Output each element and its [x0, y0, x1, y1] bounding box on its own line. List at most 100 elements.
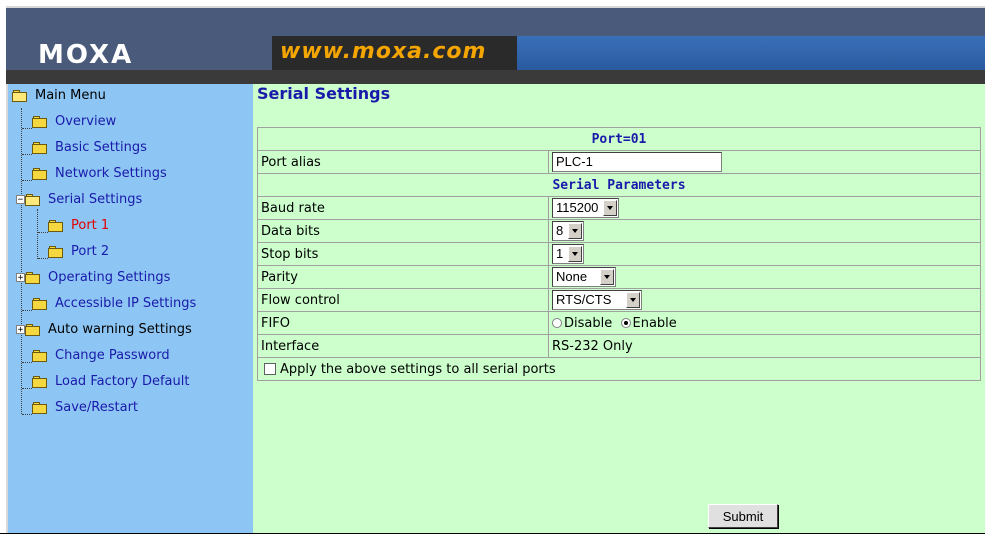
menu-item-port-2[interactable]: Port 2 [48, 242, 109, 262]
open-folder-icon [12, 89, 28, 102]
baud-rate-select[interactable]: 115200 [552, 198, 620, 218]
data-bits-row: Data bits 8 [257, 219, 981, 243]
tree-line [38, 232, 48, 233]
menu-item-label: Accessible IP Settings [55, 296, 197, 311]
folder-icon [32, 141, 48, 154]
interface-label: Interface [257, 334, 549, 358]
fifo-cell: Disable Enable [548, 311, 981, 335]
fifo-disable-label[interactable]: Disable [564, 316, 612, 331]
header-banner: MOXA www.moxa.com [6, 8, 985, 84]
serial-settings-form: Port=01 Port alias PLC-1 Serial Paramete… [257, 127, 981, 381]
tree-line [22, 414, 32, 415]
fifo-enable-label[interactable]: Enable [633, 316, 677, 331]
fifo-enable-radio[interactable] [620, 318, 631, 328]
folder-icon [32, 167, 48, 180]
menu-item-network-settings[interactable]: Network Settings [32, 164, 167, 184]
menu-item-auto-warning-settings[interactable]: + Auto warning Settings [16, 320, 192, 340]
stop-bits-select[interactable]: 1 [552, 244, 585, 264]
interface-value: RS-232 Only [548, 334, 981, 358]
stop-bits-cell: 1 [548, 242, 981, 266]
sidebar-menu: Main Menu Overview Basic Settings Networ… [8, 84, 253, 534]
apply-all-checkbox[interactable] [264, 363, 276, 375]
fifo-disable-radio[interactable] [552, 318, 562, 328]
tree-line [22, 128, 32, 129]
stop-bits-label: Stop bits [257, 242, 549, 266]
stop-bits-row: Stop bits 1 [257, 242, 981, 266]
menu-item-label: Operating Settings [48, 270, 171, 285]
flow-control-cell: RTS/CTS [548, 288, 981, 312]
stop-bits-value: 1 [556, 246, 564, 261]
tree-line [38, 258, 48, 259]
menu-item-operating-settings[interactable]: + Operating Settings [16, 268, 170, 288]
flow-control-select[interactable]: RTS/CTS [552, 290, 643, 310]
url-box: www.moxa.com [272, 36, 517, 70]
tree-line [22, 310, 32, 311]
folder-icon [32, 349, 48, 362]
folder-icon [25, 271, 41, 284]
apply-all-cell: Apply the above settings to all serial p… [257, 357, 981, 381]
menu-item-accessible-ip-settings[interactable]: Accessible IP Settings [32, 294, 196, 314]
dropdown-arrow-icon[interactable] [600, 269, 615, 285]
menu-item-port-1[interactable]: Port 1 [48, 216, 109, 236]
apply-all-label[interactable]: Apply the above settings to all serial p… [280, 362, 556, 377]
menu-item-label: Save/Restart [55, 400, 139, 415]
moxa-logo: MOXA [38, 40, 134, 70]
tree-line [22, 154, 32, 155]
open-folder-icon [25, 193, 41, 206]
expand-icon[interactable]: + [16, 273, 25, 283]
menu-root-label: Main Menu [35, 88, 106, 103]
menu-item-label: Port 2 [71, 244, 110, 259]
dropdown-arrow-icon[interactable] [603, 200, 618, 216]
data-bits-value: 8 [556, 223, 564, 238]
interface-row: Interface RS-232 Only [257, 334, 981, 358]
flow-control-label: Flow control [257, 288, 549, 312]
menu-item-overview[interactable]: Overview [32, 112, 116, 132]
parity-select[interactable]: None [552, 267, 617, 287]
collapse-icon[interactable]: − [16, 195, 25, 205]
menu-item-change-password[interactable]: Change Password [32, 346, 170, 366]
folder-icon [32, 115, 48, 128]
baud-rate-value: 115200 [556, 200, 599, 215]
menu-item-label: Load Factory Default [55, 374, 190, 389]
menu-item-label: Serial Settings [48, 192, 143, 207]
folder-icon [32, 375, 48, 388]
baud-rate-cell: 115200 [548, 196, 981, 220]
folder-icon [48, 245, 64, 258]
main-content: Serial Settings Port=01 Port alias PLC-1… [253, 84, 985, 534]
header-band [6, 70, 985, 84]
parity-row: Parity None [257, 265, 981, 289]
folder-icon [32, 297, 48, 310]
parity-label: Parity [257, 265, 549, 289]
data-bits-cell: 8 [548, 219, 981, 243]
port-header-row: Port=01 [257, 127, 981, 151]
menu-item-basic-settings[interactable]: Basic Settings [32, 138, 147, 158]
menu-item-save-restart[interactable]: Save/Restart [32, 398, 138, 418]
website-url[interactable]: www.moxa.com [280, 39, 486, 64]
folder-icon [25, 323, 41, 336]
flow-control-row: Flow control RTS/CTS [257, 288, 981, 312]
dropdown-arrow-icon[interactable] [568, 223, 583, 239]
tree-line [37, 209, 38, 259]
baud-rate-row: Baud rate 115200 [257, 196, 981, 220]
serial-params-header: Serial Parameters [257, 173, 981, 197]
folder-icon [32, 401, 48, 414]
dropdown-arrow-icon[interactable] [568, 246, 583, 262]
menu-item-load-factory-default[interactable]: Load Factory Default [32, 372, 189, 392]
serial-params-header-row: Serial Parameters [257, 173, 981, 197]
port-alias-input[interactable]: PLC-1 [552, 152, 722, 172]
parity-value: None [556, 269, 588, 284]
port-alias-cell: PLC-1 [548, 150, 981, 174]
menu-item-serial-settings[interactable]: − Serial Settings [16, 190, 142, 210]
data-bits-label: Data bits [257, 219, 549, 243]
menu-item-label: Overview [55, 114, 117, 129]
data-bits-select[interactable]: 8 [552, 221, 585, 241]
page-title: Serial Settings [257, 84, 391, 103]
menu-item-label: Change Password [55, 348, 170, 363]
menu-root[interactable]: Main Menu [12, 86, 106, 106]
expand-icon[interactable]: + [16, 325, 25, 335]
submit-button[interactable]: Submit [708, 504, 778, 528]
dropdown-arrow-icon[interactable] [626, 292, 641, 308]
port-alias-label: Port alias [257, 150, 549, 174]
parity-cell: None [548, 265, 981, 289]
header-stripe [517, 36, 985, 70]
